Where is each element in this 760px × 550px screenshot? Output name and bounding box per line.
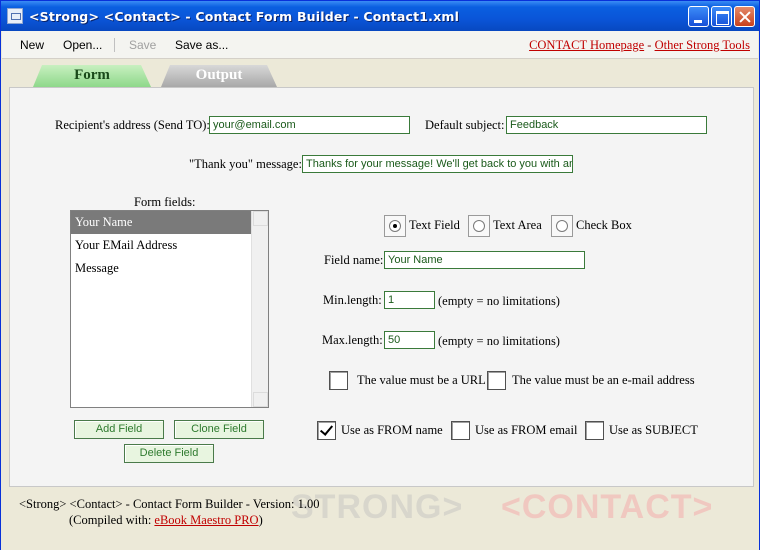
url-checkbox-label: The value must be a URL (357, 373, 486, 387)
form-fields-list[interactable]: Your Name Your EMail Address Message (70, 210, 269, 408)
text-field-label: Text Field (409, 218, 460, 232)
min-length-label: Min.length: (323, 293, 382, 307)
subject-checkbox[interactable] (585, 421, 604, 440)
subject-label: Default subject: (425, 118, 505, 132)
subject-checkbox-label: Use as SUBJECT (609, 423, 698, 437)
scroll-up-arrow[interactable] (253, 211, 268, 226)
open-button[interactable]: Open... (63, 38, 102, 52)
tab-output[interactable]: Output (161, 65, 277, 87)
text-area-label: Text Area (493, 218, 542, 232)
from-email-checkbox[interactable] (451, 421, 470, 440)
radio-check-box[interactable] (551, 215, 573, 237)
footer: STRONG> <CONTACT> <Strong> <Contact> - C… (1, 488, 759, 550)
version-text: <Strong> <Contact> - Contact Form Builde… (19, 497, 320, 511)
url-checkbox[interactable] (329, 371, 348, 390)
list-item-message[interactable]: Message (71, 257, 268, 280)
max-length-input[interactable]: 50 (384, 331, 435, 349)
app-icon[interactable] (7, 8, 23, 24)
field-name-label: Field name: (324, 253, 384, 267)
from-email-label: Use as FROM email (475, 423, 578, 437)
recipient-label: Recipient's address (Send TO): (55, 118, 210, 132)
thanks-message-input[interactable]: Thanks for your message! We'll get back … (302, 155, 573, 173)
link-separator: - (647, 38, 652, 52)
compiled-suffix: ) (258, 513, 263, 527)
contact-homepage-link[interactable]: CONTACT Homepage (529, 38, 644, 52)
max-length-hint: (empty = no limitations) (438, 334, 560, 348)
toolbar: New Open... Save Save as... CONTACT Home… (2, 31, 758, 59)
watermark-contact: <CONTACT> (501, 488, 714, 526)
email-checkbox[interactable] (487, 371, 506, 390)
toolbar-links: CONTACT Homepage - Other Strong Tools (529, 38, 750, 53)
field-name-input[interactable]: Your Name (384, 251, 585, 269)
save-as-button[interactable]: Save as... (175, 38, 228, 52)
list-item-email[interactable]: Your EMail Address (71, 234, 268, 257)
thanks-label: "Thank you" message: (189, 157, 302, 171)
form-panel: Recipient's address (Send TO): your@emai… (9, 87, 754, 487)
save-button[interactable]: Save (129, 38, 156, 52)
form-fields-label: Form fields: (134, 195, 196, 209)
delete-field-button[interactable]: Delete Field (124, 444, 214, 463)
recipient-input[interactable]: your@email.com (209, 116, 410, 134)
clone-field-button[interactable]: Clone Field (174, 420, 264, 439)
app-window: <Strong> <Contact> - Contact Form Builde… (0, 0, 760, 550)
min-length-input[interactable]: 1 (384, 291, 435, 309)
from-name-checkbox[interactable] (317, 421, 336, 440)
min-length-hint: (empty = no limitations) (438, 294, 560, 308)
email-checkbox-label: The value must be an e-mail address (512, 373, 695, 387)
toolbar-separator (114, 38, 115, 52)
window-title: <Strong> <Contact> - Contact Form Builde… (29, 9, 460, 24)
title-bar[interactable]: <Strong> <Contact> - Contact Form Builde… (1, 1, 759, 31)
from-name-label: Use as FROM name (341, 423, 443, 437)
tab-strip: Form Output (1, 59, 759, 87)
other-tools-link[interactable]: Other Strong Tools (655, 38, 750, 52)
scroll-down-arrow[interactable] (253, 392, 268, 407)
minimize-button[interactable] (688, 6, 709, 27)
radio-icon (473, 220, 485, 232)
radio-icon (556, 220, 568, 232)
radio-text-area[interactable] (468, 215, 490, 237)
tab-form[interactable]: Form (33, 65, 151, 87)
add-field-button[interactable]: Add Field (74, 420, 164, 439)
subject-input[interactable]: Feedback (506, 116, 707, 134)
list-scrollbar[interactable] (251, 211, 268, 407)
compiled-prefix: (Compiled with: (69, 513, 155, 527)
check-box-label: Check Box (576, 218, 632, 232)
close-button[interactable] (734, 6, 755, 27)
ebook-maestro-link[interactable]: eBook Maestro PRO (154, 513, 258, 527)
radio-selected-icon (389, 220, 401, 232)
radio-text-field[interactable] (384, 215, 406, 237)
max-length-label: Max.length: (322, 333, 383, 347)
new-button[interactable]: New (20, 38, 44, 52)
maximize-button[interactable] (711, 6, 732, 27)
list-item-your-name[interactable]: Your Name (71, 211, 268, 234)
compiled-with-text: (Compiled with: eBook Maestro PRO) (69, 513, 263, 528)
